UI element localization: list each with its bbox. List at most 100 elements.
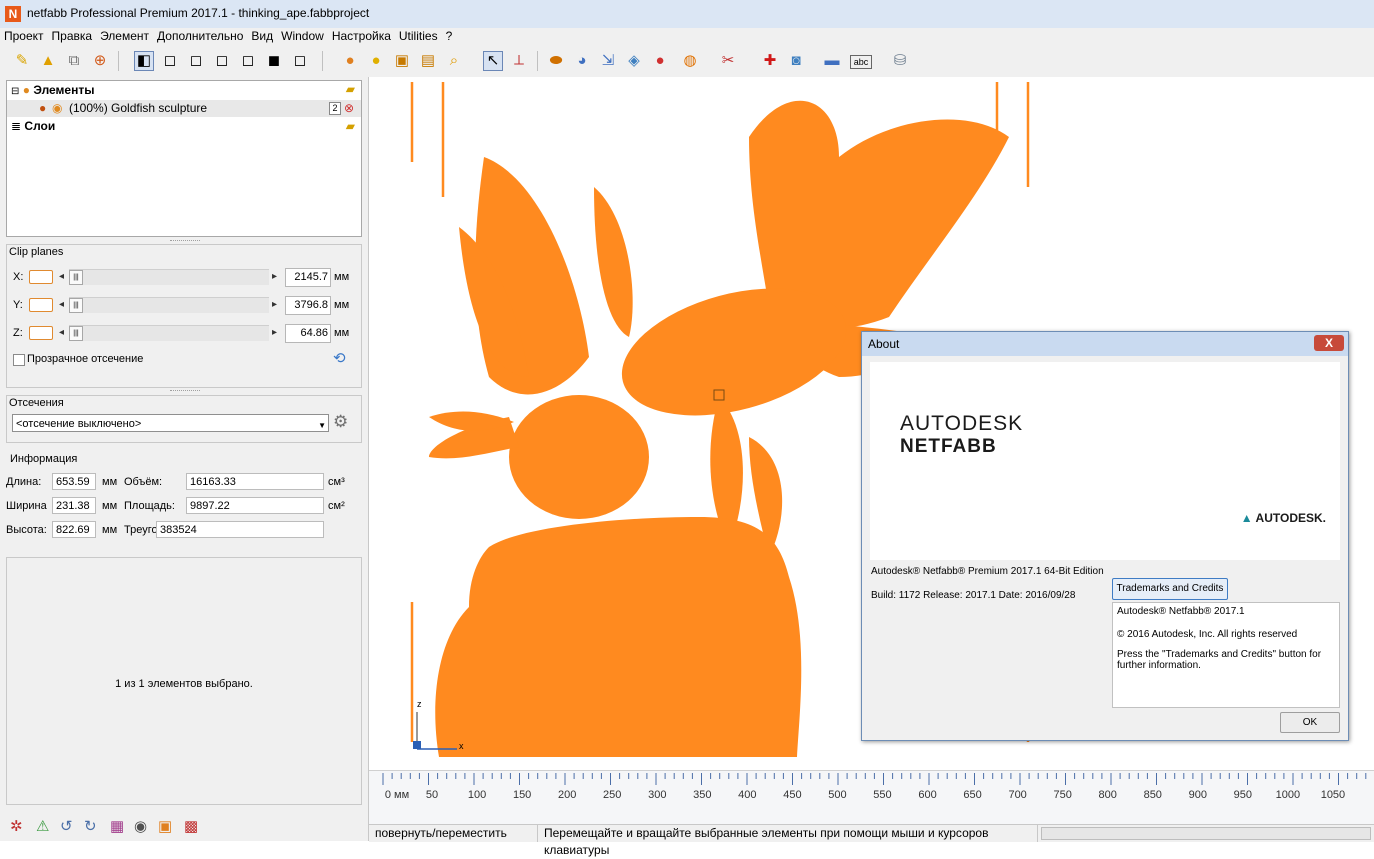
slider-thumb[interactable]: ||| [69, 270, 83, 285]
scale-icon[interactable]: ⇲ [598, 51, 618, 71]
mesh-icon[interactable]: ◈ [624, 51, 644, 71]
layer-icon[interactable]: ▦ [110, 817, 124, 835]
slider-thumb[interactable]: ||| [69, 326, 83, 341]
menu-settings[interactable]: Настройка [328, 28, 395, 45]
remove-icon[interactable]: ⊗ [344, 100, 354, 117]
color-icon[interactable]: ● [366, 51, 386, 71]
label-icon[interactable]: abc [850, 55, 872, 69]
ruler-ticks [382, 773, 1367, 785]
grid-icon[interactable]: ▩ [184, 817, 198, 835]
tree-elements-row[interactable]: ⊟ ● Элементы [11, 82, 94, 99]
menu-element[interactable]: Элемент [96, 28, 153, 45]
about-logo-area: AUTODESK NETFABB ▲ AUTODESK. [870, 362, 1340, 560]
shade-icon[interactable]: ● [340, 51, 360, 71]
length-value: 653.59 [52, 473, 96, 490]
cut-icon[interactable]: ✂ [718, 51, 738, 71]
clip-y-slider[interactable]: ||| [69, 297, 269, 313]
stamp-icon[interactable]: ⛁ [890, 51, 910, 71]
slice-icon[interactable]: ▤ [418, 51, 438, 71]
clip-y-left-arrow[interactable]: ◂ [59, 299, 64, 310]
menu-view[interactable]: Вид [247, 28, 277, 45]
menu-edit[interactable]: Правка [48, 28, 97, 45]
triangles-value: 383524 [156, 521, 324, 538]
support-icon[interactable]: ◙ [786, 51, 806, 71]
transparent-clip-checkbox[interactable] [13, 354, 25, 366]
info-line-2: © 2016 Autodesk, Inc. All rights reserve… [1117, 629, 1298, 640]
trademarks-button[interactable]: Trademarks and Credits [1112, 578, 1228, 600]
folder-icon[interactable]: ▰ [346, 119, 355, 133]
clip-z-left-arrow[interactable]: ◂ [59, 327, 64, 338]
measure-axis-icon[interactable]: ⟂ [509, 51, 529, 71]
reset-icon[interactable]: ⟲ [333, 349, 346, 367]
folder-icon[interactable]: ▰ [346, 82, 355, 96]
chevron-down-icon[interactable]: ▼ [318, 417, 326, 435]
repair-icon[interactable]: ✚ [760, 51, 780, 71]
splitter-handle[interactable] [170, 390, 200, 394]
zoom-icon[interactable]: ⌕ [444, 51, 464, 71]
ruler-label: 0 мм [384, 789, 410, 801]
brand-netfabb: NETFABB [900, 436, 997, 457]
clip-x-left-arrow[interactable]: ◂ [59, 271, 64, 282]
add-icon[interactable]: ⊕ [90, 51, 110, 71]
import-icon[interactable]: ⧉ [64, 51, 84, 71]
view-back-icon[interactable]: ◻ [160, 51, 180, 71]
view-top-icon[interactable]: ◻ [238, 51, 258, 71]
toggle-icon[interactable]: ◉ [134, 817, 147, 835]
clip-x-right-arrow[interactable]: ▸ [272, 271, 277, 282]
about-info-box: Autodesk® Netfabb® 2017.1 © 2016 Autodes… [1112, 602, 1340, 708]
clip-planes-group: Clip planes X: ◂ ||| ▸ 2145.7 мм Y: ◂ ||… [6, 244, 362, 388]
menu-utilities[interactable]: Utilities [395, 28, 442, 45]
info-line-3: Press the "Trademarks and Credits" butto… [1117, 649, 1322, 671]
repair-icon[interactable]: ✲ [10, 817, 23, 835]
analysis-icon[interactable]: ◍ [680, 51, 700, 71]
clip-y-toggle[interactable] [29, 298, 53, 312]
view-bottom-icon[interactable]: ◼ [264, 51, 284, 71]
about-title: About [868, 337, 900, 351]
close-button[interactable]: X [1314, 335, 1344, 351]
select-icon[interactable]: ↖ [483, 51, 503, 71]
slider-thumb[interactable]: ||| [69, 298, 83, 313]
layers-label: Слои [24, 119, 56, 133]
menu-window[interactable]: Window [277, 28, 328, 45]
app-icon: N [5, 6, 21, 22]
clip-y-right-arrow[interactable]: ▸ [272, 299, 277, 310]
ruler-icon[interactable]: ▬ [822, 51, 842, 71]
add-part-icon[interactable]: ▲ [38, 51, 58, 71]
view-iso-icon[interactable]: ◻ [290, 51, 310, 71]
part-icon: ● [39, 101, 47, 115]
frame-icon[interactable]: ▣ [158, 817, 172, 835]
menu-extra[interactable]: Дополнительно [153, 28, 247, 45]
move-icon[interactable]: ⬬ [546, 51, 566, 71]
tree-layers-row[interactable]: ≣ Слои [11, 118, 55, 135]
view-front-icon[interactable]: ◧ [134, 51, 154, 71]
warning-icon[interactable]: ⚠ [36, 817, 49, 835]
clip-x-value[interactable]: 2145.7 [285, 268, 331, 287]
boolean-icon[interactable]: ● [650, 51, 670, 71]
menu-project[interactable]: Проект [0, 28, 48, 45]
ruler-label: 900 [1188, 789, 1207, 801]
rotate-left-icon[interactable]: ↺ [60, 817, 73, 835]
clip-z-right-arrow[interactable]: ▸ [272, 327, 277, 338]
open-project-icon[interactable]: ✎ [12, 51, 32, 71]
autodesk-mark-icon: ▲ [1240, 511, 1253, 525]
cut-settings-icon[interactable]: ⚙ [333, 412, 348, 432]
clip-y-label: Y: [13, 299, 23, 311]
box-icon[interactable]: ▣ [392, 51, 412, 71]
clip-z-toggle[interactable] [29, 326, 53, 340]
view-right-icon[interactable]: ◻ [212, 51, 232, 71]
cut-select[interactable]: <отсечение выключено> ▼ [12, 414, 329, 432]
tree-part-row[interactable]: ● ◉ (100%) Goldfish sculpture 2 ⊗ [7, 100, 361, 117]
window-title: netfabb Professional Premium 2017.1 - th… [27, 6, 370, 20]
visibility-icon[interactable]: ◉ [52, 100, 62, 117]
clip-x-toggle[interactable] [29, 270, 53, 284]
ok-button[interactable]: OK [1280, 712, 1340, 733]
clip-z-value[interactable]: 64.86 [285, 324, 331, 343]
rotate-right-icon[interactable]: ↻ [84, 817, 97, 835]
view-left-icon[interactable]: ◻ [186, 51, 206, 71]
menu-help[interactable]: ? [442, 28, 457, 45]
collapse-icon[interactable]: ⊟ [11, 86, 19, 97]
clip-z-slider[interactable]: ||| [69, 325, 269, 341]
clip-x-slider[interactable]: ||| [69, 269, 269, 285]
clip-y-value[interactable]: 3796.8 [285, 296, 331, 315]
rotate-icon[interactable]: ◕ [572, 51, 592, 71]
